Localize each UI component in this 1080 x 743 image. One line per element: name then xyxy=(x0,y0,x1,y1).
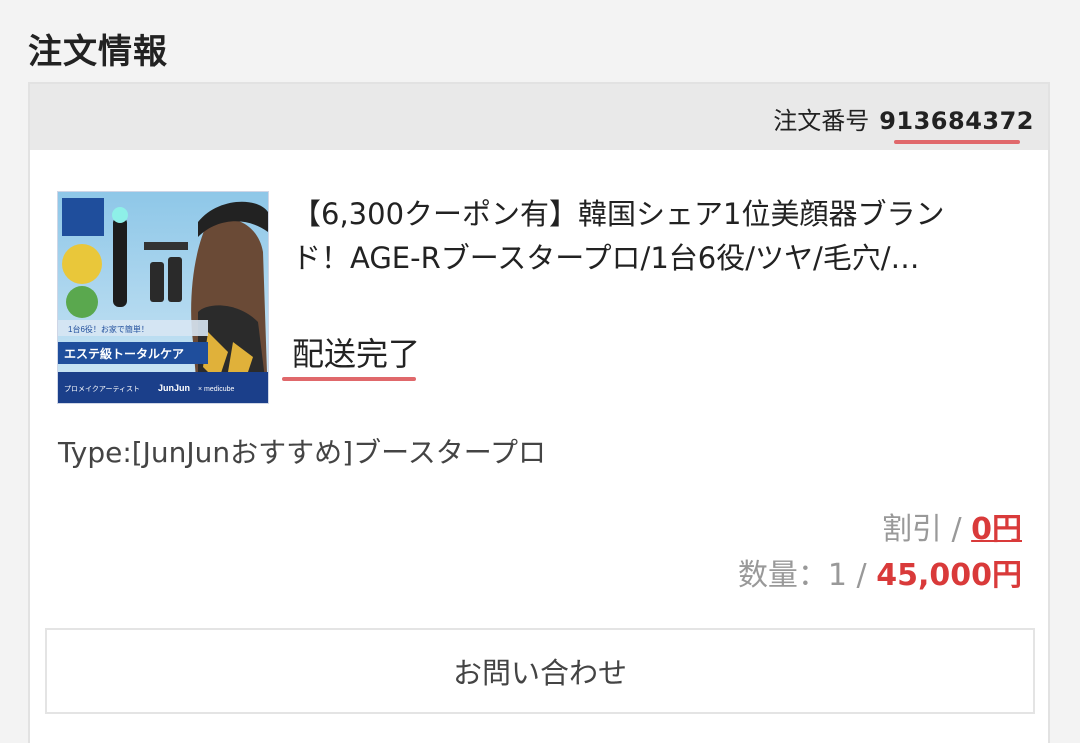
product-variant: Type:[JunJunおすすめ]ブースタープロ xyxy=(58,436,547,469)
section-title: 注文情報 xyxy=(28,32,168,72)
order-number-value[interactable]: 913684372 xyxy=(879,107,1034,135)
delivery-status: 配送完了 xyxy=(292,335,421,373)
total-price: 45,000円 xyxy=(876,558,1022,593)
contact-button[interactable]: お問い合わせ xyxy=(45,628,1035,714)
product-title[interactable]: 【6,300クーポン有】韓国シェア1位美顔器ブラン ド！AGE-Rブースタープロ… xyxy=(292,192,1022,280)
thumb-caption-bottom-suffix: × medicube xyxy=(198,386,234,393)
discount-label: 割引 / xyxy=(881,512,972,547)
product-thumbnail[interactable]: 1台6役！お家で簡単！ エステ級トータルケア プロメイクアーティスト JunJu… xyxy=(57,191,269,404)
product-image: 1台6役！お家で簡単！ エステ級トータルケア プロメイクアーティスト JunJu… xyxy=(58,192,268,403)
quantity-label: 数量：1 / xyxy=(737,558,877,593)
product-title-line2: ド！AGE-Rブースタープロ/1台6役/ツヤ/毛穴/… xyxy=(292,241,920,275)
order-number-highlight xyxy=(894,140,1020,144)
thumb-caption-bottom-prefix: プロメイクアーティスト xyxy=(64,385,140,393)
order-number: 注文番号 913684372 xyxy=(773,101,1034,136)
status-highlight xyxy=(282,377,416,381)
order-card-header: 注文番号 913684372 xyxy=(30,84,1048,150)
discount-line: 割引 / 0円 xyxy=(882,504,1022,548)
thumb-caption-brand: JunJun xyxy=(158,383,190,393)
order-info-page: 注文情報 注文番号 913684372 1台6役！お家で簡単！ エステ級トータル… xyxy=(0,0,1080,743)
product-title-line1: 【6,300クーポン有】韓国シェア1位美顔器ブラン xyxy=(292,197,945,231)
thumb-caption-top: 1台6役！お家で簡単！ xyxy=(68,324,149,334)
quantity-total-line: 数量：1 / 45,000円 xyxy=(738,550,1022,594)
order-number-label: 注文番号 xyxy=(773,107,870,135)
order-card: 注文番号 913684372 1台6役！お家で簡単！ エステ級トータルケア プロ… xyxy=(28,82,1050,743)
thumb-caption-main: エステ級トータルケア xyxy=(64,346,184,361)
discount-value: 0円 xyxy=(971,512,1022,547)
